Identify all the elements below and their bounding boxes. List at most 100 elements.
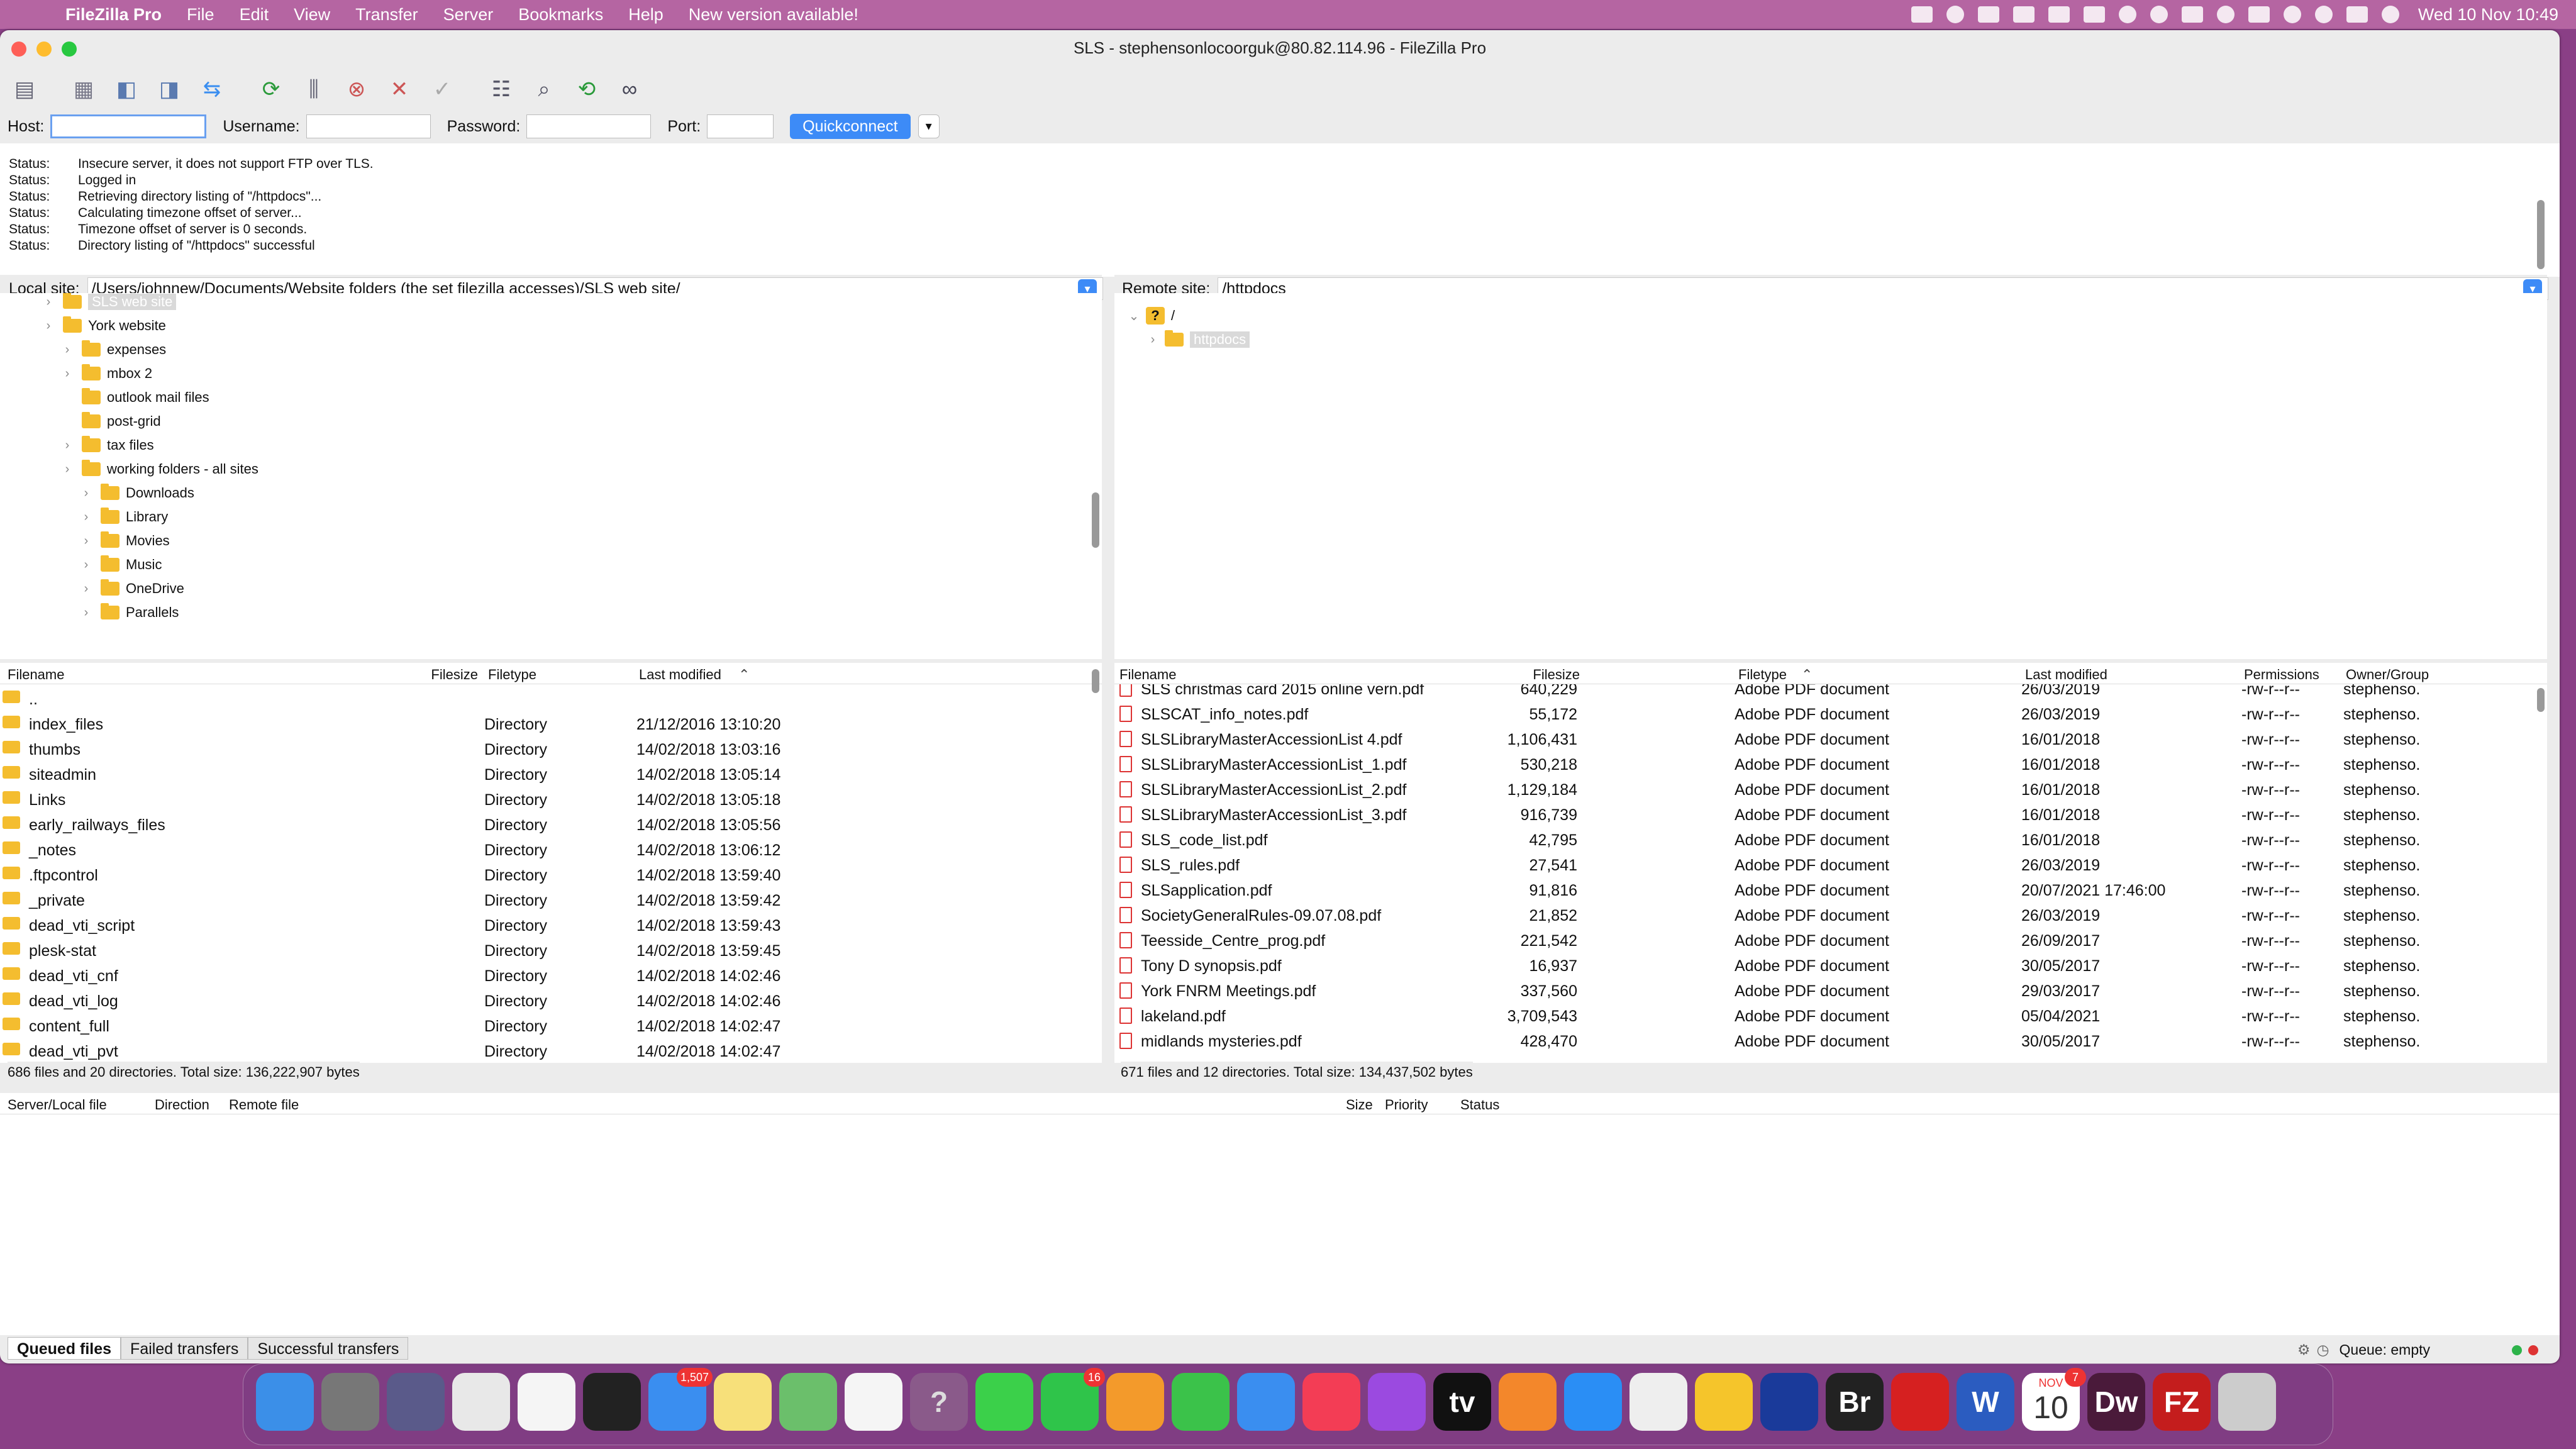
remote-col-filetype[interactable]: Filetype <box>1738 667 1787 683</box>
local-col-filesize[interactable]: Filesize <box>352 667 478 683</box>
chevron-right-icon[interactable]: › <box>42 295 55 309</box>
menu-help[interactable]: Help <box>628 5 663 25</box>
remote-list-scrollbar[interactable] <box>2537 688 2545 712</box>
minimize-window-icon[interactable] <box>36 42 52 57</box>
message-log-scrollbar[interactable] <box>2537 200 2545 269</box>
keynote-icon[interactable] <box>1237 1373 1295 1431</box>
menu-server[interactable]: Server <box>443 5 494 25</box>
local-tree-item[interactable]: › expenses <box>60 338 166 361</box>
remote-file-row[interactable]: SLSLibraryMasterAccessionList_1.pdf 530,2… <box>1114 751 2547 776</box>
local-file-row[interactable]: dead_vti_log Directory 14/02/2018 14:02:46 <box>0 987 1102 1013</box>
tv-icon[interactable]: tv <box>1433 1373 1491 1431</box>
tab-failed-transfers[interactable]: Failed transfers <box>121 1337 248 1360</box>
bridge-icon[interactable]: Br <box>1826 1373 1884 1431</box>
local-tree-item[interactable]: › Parallels <box>79 601 179 624</box>
find-files-icon[interactable]: ∞ <box>614 74 645 105</box>
filezilla-icon[interactable]: FZ <box>2153 1373 2211 1431</box>
help-icon[interactable]: ? <box>910 1373 968 1431</box>
chevron-right-icon[interactable]: › <box>60 343 74 357</box>
toggle-remote-tree-icon[interactable]: ◨ <box>153 74 185 105</box>
local-file-row[interactable]: .ftpcontrol Directory 14/02/2018 13:59:40 <box>0 862 1102 887</box>
cloud-icon[interactable] <box>2012 6 2035 23</box>
zoom-window-icon[interactable] <box>62 42 77 57</box>
grid-icon[interactable] <box>2083 6 2105 23</box>
remote-col-filename[interactable]: Filename <box>1119 667 1176 683</box>
acrobat-icon[interactable] <box>1891 1373 1949 1431</box>
directory-comparison-icon[interactable]: ☷ <box>486 74 517 105</box>
remote-col-filesize[interactable]: Filesize <box>1467 667 1580 683</box>
local-col-filename[interactable]: Filename <box>8 667 64 683</box>
notes-icon[interactable] <box>714 1373 772 1431</box>
photos-icon[interactable] <box>518 1373 575 1431</box>
chevron-down-icon[interactable]: ⌄ <box>1127 308 1141 324</box>
quickconnect-button[interactable]: Quickconnect <box>790 114 911 139</box>
scanner-icon[interactable] <box>1760 1373 1818 1431</box>
local-tree-item[interactable]: › York website <box>42 314 166 337</box>
finder-icon[interactable] <box>256 1373 314 1431</box>
menu-app-name[interactable]: FileZilla Pro <box>65 5 162 25</box>
local-tree-item[interactable]: › OneDrive <box>79 577 184 600</box>
local-file-row[interactable]: dead_vti_pvt Directory 14/02/2018 14:02:47 <box>0 1038 1102 1063</box>
calendar-icon[interactable]: NOV 10 7 <box>2022 1368 2086 1431</box>
local-file-row[interactable]: index_files Directory 21/12/2016 13:10:20 <box>0 711 1102 736</box>
remote-col-permissions[interactable]: Permissions <box>2244 667 2319 683</box>
launchpad-icon[interactable] <box>387 1373 445 1431</box>
site-manager-icon[interactable]: ▤ <box>9 74 40 105</box>
local-file-row[interactable]: thumbs Directory 14/02/2018 13:03:16 <box>0 736 1102 761</box>
close-window-icon[interactable] <box>11 42 26 57</box>
remote-col-owner-group[interactable]: Owner/Group <box>2346 667 2429 683</box>
local-file-row[interactable]: Links Directory 14/02/2018 13:05:18 <box>0 786 1102 811</box>
local-col-last-modified[interactable]: Last modified <box>639 667 721 683</box>
local-tree-item[interactable]: › Music <box>79 553 162 576</box>
port-input[interactable] <box>707 114 774 138</box>
chevron-right-icon[interactable]: › <box>60 438 74 453</box>
remote-file-row[interactable]: SLS_rules.pdf 27,541 Adobe PDF document 26/… <box>1114 852 2547 877</box>
local-tree-scrollbar[interactable] <box>1092 492 1099 548</box>
remote-file-row[interactable]: Teesside_Centre_prog.pdf 221,542 Adobe PDF… <box>1114 927 2547 952</box>
chevron-right-icon[interactable]: › <box>1146 333 1160 347</box>
siri-icon[interactable] <box>2381 6 2399 23</box>
trash-icon[interactable] <box>2218 1373 2276 1431</box>
local-list-scrollbar[interactable] <box>1092 669 1099 693</box>
local-file-row[interactable]: .. <box>0 686 1102 711</box>
menubar-clock[interactable]: Wed 10 Nov 10:49 <box>2418 5 2558 25</box>
remote-col-last-modified[interactable]: Last modified <box>2025 667 2107 683</box>
search-icon[interactable] <box>2314 6 2333 23</box>
filter-icon[interactable]: ⌕ <box>528 74 560 105</box>
local-file-row[interactable]: dead_vti_script Directory 14/02/2018 13:59… <box>0 912 1102 937</box>
mail-icon[interactable]: 1,507 <box>648 1368 713 1431</box>
podcasts-icon[interactable] <box>1368 1373 1426 1431</box>
bluetooth-icon[interactable] <box>2216 6 2235 23</box>
messages-icon[interactable] <box>975 1373 1033 1431</box>
tab-queued-files[interactable]: Queued files <box>8 1337 121 1360</box>
gear-icon[interactable]: ⚙ <box>2297 1341 2311 1358</box>
local-file-row[interactable]: plesk-stat Directory 14/02/2018 13:59:45 <box>0 937 1102 962</box>
reconnect-icon[interactable]: ✓ <box>426 74 458 105</box>
local-tree-item[interactable]: › mbox 2 <box>60 362 152 385</box>
remote-tree-httpdocs[interactable]: › httpdocs <box>1146 328 1250 351</box>
music-icon[interactable] <box>1302 1373 1360 1431</box>
toggle-message-log-icon[interactable]: ▦ <box>68 74 99 105</box>
local-file-row[interactable]: siteadmin Directory 14/02/2018 13:05:14 <box>0 761 1102 786</box>
hd-icon[interactable] <box>1977 6 1999 23</box>
remote-file-row[interactable]: York FNRM Meetings.pdf 337,560 Adobe PDF d… <box>1114 977 2547 1002</box>
menu-bookmarks[interactable]: Bookmarks <box>518 5 603 25</box>
chevron-right-icon[interactable]: › <box>60 367 74 381</box>
control-center-icon[interactable] <box>2346 6 2368 23</box>
local-file-row[interactable]: _notes Directory 14/02/2018 13:06:12 <box>0 836 1102 862</box>
local-tree-item[interactable]: post-grid <box>60 410 161 433</box>
local-file-row[interactable]: dead_vti_cnf Directory 14/02/2018 14:02:46 <box>0 962 1102 987</box>
remote-tree-root[interactable]: ⌄ ? / <box>1127 304 1175 327</box>
chevron-right-icon[interactable]: › <box>42 319 55 333</box>
chevron-right-icon[interactable]: › <box>60 462 74 477</box>
word-icon[interactable]: W <box>1957 1373 2014 1431</box>
info-icon[interactable] <box>2150 6 2168 23</box>
home-icon[interactable] <box>1911 6 1933 23</box>
maps-icon[interactable] <box>779 1373 837 1431</box>
local-tree-item[interactable]: › Downloads <box>79 482 194 504</box>
chevron-right-icon[interactable]: › <box>79 606 93 620</box>
time-machine-icon[interactable] <box>2283 6 2301 23</box>
speed-limit-icon[interactable]: ◷ <box>2316 1341 2329 1358</box>
menu-new-version[interactable]: New version available! <box>689 5 858 25</box>
remote-file-row[interactable]: SLSCAT_info_notes.pdf 55,172 Adobe PDF doc… <box>1114 701 2547 726</box>
